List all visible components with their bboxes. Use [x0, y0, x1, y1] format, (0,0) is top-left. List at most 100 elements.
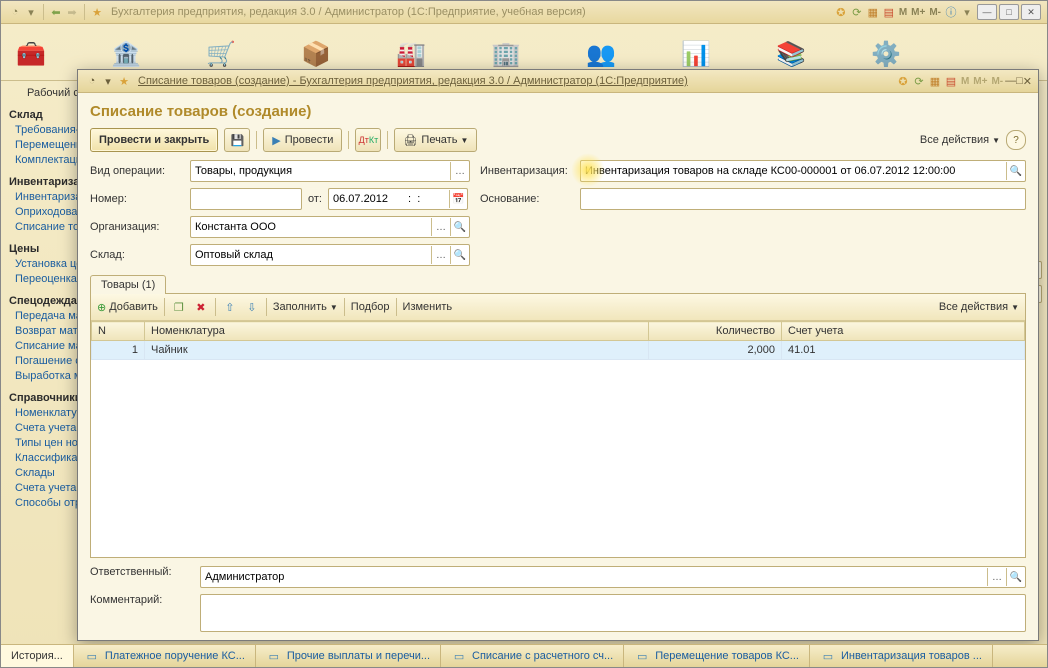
- time-input[interactable]: [401, 190, 449, 208]
- basis-field[interactable]: [580, 188, 1026, 210]
- history-icon[interactable]: ⟳: [849, 4, 865, 20]
- org-input[interactable]: [191, 218, 431, 236]
- fav-icon[interactable]: ✪: [895, 73, 911, 89]
- lookup-icon[interactable]: 🔍: [1006, 162, 1025, 180]
- back-icon[interactable]: ⬅: [48, 4, 64, 20]
- mplus-label[interactable]: M+: [911, 7, 925, 18]
- col-n[interactable]: N: [92, 322, 145, 341]
- movedown-icon[interactable]: ⇩: [244, 299, 260, 315]
- calendar-icon[interactable]: ▤: [881, 4, 897, 20]
- info-icon[interactable]: ⓘ: [943, 4, 959, 20]
- comment-label: Комментарий:: [90, 594, 190, 606]
- mminus-label[interactable]: M-: [991, 76, 1003, 87]
- pick-button[interactable]: Подбор: [351, 301, 390, 313]
- taskbar-item[interactable]: ▭Прочие выплаты и перечи...: [256, 645, 441, 667]
- post-button[interactable]: ▶Провести: [263, 128, 342, 152]
- resp-label: Ответственный:: [90, 566, 190, 578]
- col-acct[interactable]: Счет учета: [782, 322, 1025, 341]
- table-row[interactable]: 1Чайник2,00041.01: [92, 341, 1025, 360]
- copy-icon[interactable]: ❐: [171, 299, 187, 315]
- post-and-close-button[interactable]: Провести и закрыть: [90, 128, 218, 152]
- minimize-button[interactable]: —: [977, 4, 997, 20]
- fill-button[interactable]: Заполнить▼: [273, 301, 338, 313]
- star-icon[interactable]: ★: [116, 73, 132, 89]
- comment-input[interactable]: [201, 604, 1025, 622]
- window-icon: ▭: [820, 648, 836, 664]
- section-icon[interactable]: 📚: [771, 34, 811, 74]
- close-button[interactable]: ✕: [1021, 4, 1041, 20]
- grid-all-actions-button[interactable]: Все действия▼: [939, 301, 1019, 313]
- add-button[interactable]: ⊕Добавить: [97, 301, 158, 314]
- minimize-button[interactable]: —: [1005, 75, 1016, 87]
- maximize-button[interactable]: □: [999, 4, 1019, 20]
- comment-field[interactable]: [200, 594, 1026, 632]
- goods-grid[interactable]: N Номенклатура Количество Счет учета 1Ча…: [91, 321, 1025, 557]
- m-label[interactable]: M: [899, 7, 907, 18]
- date-input[interactable]: [329, 190, 401, 208]
- op-field[interactable]: …: [190, 160, 470, 182]
- section-icon[interactable]: 🛒: [201, 34, 241, 74]
- lookup-icon[interactable]: 🔍: [1006, 568, 1025, 586]
- picker-icon[interactable]: …: [431, 218, 450, 236]
- taskbar-item[interactable]: ▭Списание с расчетного сч...: [441, 645, 624, 667]
- lookup-icon[interactable]: 🔍: [450, 246, 469, 264]
- picker-icon[interactable]: …: [431, 246, 450, 264]
- fav-icon[interactable]: ✪: [833, 4, 849, 20]
- m-label[interactable]: M: [961, 76, 969, 87]
- grid-toolbar: ⊕Добавить ❐ ✖ ⇧ ⇩ Заполнить▼ Подбор Изме…: [91, 294, 1025, 321]
- picker-icon[interactable]: …: [987, 568, 1006, 586]
- inv-field[interactable]: 🔍: [580, 160, 1026, 182]
- dropdown-icon[interactable]: ▾: [23, 4, 39, 20]
- basis-input[interactable]: [581, 190, 1025, 208]
- section-icon[interactable]: 🏢: [486, 34, 526, 74]
- taskbar-item[interactable]: ▭Перемещение товаров КС...: [624, 645, 810, 667]
- tab-goods[interactable]: Товары (1): [90, 275, 166, 294]
- print-button[interactable]: 🖨Печать▼: [394, 128, 477, 152]
- delete-icon[interactable]: ✖: [193, 299, 209, 315]
- wh-input[interactable]: [191, 246, 431, 264]
- calc-icon[interactable]: ▦: [927, 73, 943, 89]
- dropdown-icon[interactable]: ▾: [100, 73, 116, 89]
- wh-field[interactable]: … 🔍: [190, 244, 470, 266]
- save-button[interactable]: 💾: [224, 128, 250, 152]
- window-icon: ▭: [266, 648, 282, 664]
- section-icon[interactable]: 📦: [296, 34, 336, 74]
- tab-strip: Товары (1): [90, 274, 1026, 293]
- op-input[interactable]: [191, 162, 450, 180]
- all-actions-button[interactable]: Все действия▼: [920, 134, 1000, 146]
- history-icon[interactable]: ⟳: [911, 73, 927, 89]
- mplus-label[interactable]: M+: [973, 76, 987, 87]
- section-icon[interactable]: 📊: [676, 34, 716, 74]
- picker-icon[interactable]: …: [450, 162, 469, 180]
- taskbar-item[interactable]: ▭Инвентаризация товаров ...: [810, 645, 993, 667]
- date-field[interactable]: 📅: [328, 188, 468, 210]
- section-icon[interactable]: 🏦: [106, 34, 146, 74]
- change-button[interactable]: Изменить: [403, 301, 453, 313]
- moveup-icon[interactable]: ⇧: [222, 299, 238, 315]
- col-qty[interactable]: Количество: [649, 322, 782, 341]
- lookup-icon[interactable]: 🔍: [450, 218, 469, 236]
- section-icon[interactable]: 👥: [581, 34, 621, 74]
- calc-icon[interactable]: ▦: [865, 4, 881, 20]
- dtkt-button[interactable]: ДтКт: [355, 128, 381, 152]
- inv-input[interactable]: [581, 162, 1006, 180]
- help-button[interactable]: ?: [1006, 130, 1026, 150]
- dropdown-icon[interactable]: ▾: [959, 4, 975, 20]
- resp-input[interactable]: [201, 568, 987, 586]
- maximize-button[interactable]: □: [1016, 75, 1023, 87]
- calendar-icon[interactable]: 📅: [449, 190, 467, 208]
- num-field[interactable]: [190, 188, 302, 210]
- taskbar-item[interactable]: ▭Платежное поручение КС...: [74, 645, 256, 667]
- taskbar-history[interactable]: История...: [1, 645, 74, 667]
- section-icon[interactable]: 🏭: [391, 34, 431, 74]
- col-nomen[interactable]: Номенклатура: [145, 322, 649, 341]
- org-field[interactable]: … 🔍: [190, 216, 470, 238]
- resp-field[interactable]: … 🔍: [200, 566, 1026, 588]
- section-icon[interactable]: ⚙️: [866, 34, 906, 74]
- star-icon[interactable]: ★: [89, 4, 105, 20]
- mminus-label[interactable]: M-: [929, 7, 941, 18]
- fwd-icon[interactable]: ➡: [64, 4, 80, 20]
- close-button[interactable]: ✕: [1023, 75, 1032, 88]
- calendar-icon[interactable]: ▤: [943, 73, 959, 89]
- section-icon[interactable]: 🧰: [11, 34, 51, 74]
